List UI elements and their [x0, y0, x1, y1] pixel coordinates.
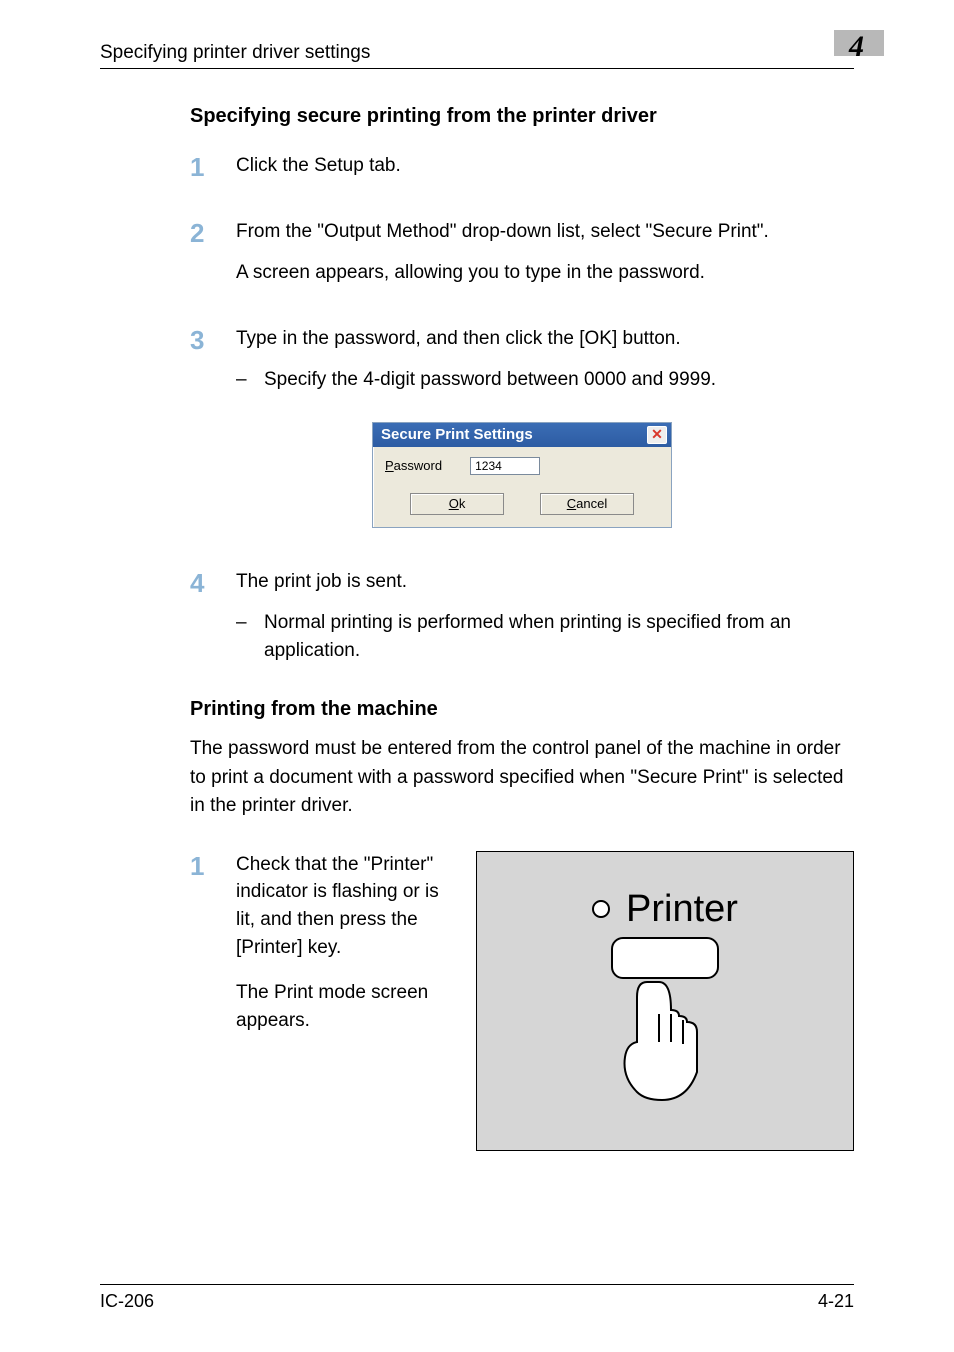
section2-heading: Printing from the machine: [190, 698, 854, 721]
dialog-title: Secure Print Settings: [381, 426, 533, 443]
step-number: 1: [190, 853, 210, 1151]
step-text: From the "Output Method" drop-down list,…: [236, 218, 854, 246]
section1-heading: Specifying secure printing from the prin…: [190, 105, 854, 128]
page-number: 4-21: [818, 1291, 854, 1312]
product-model: IC-206: [100, 1291, 154, 1312]
step-text: Type in the password, and then click the…: [236, 325, 854, 353]
printer-key-figure: Printer: [476, 851, 854, 1151]
indicator-light-icon: [592, 900, 610, 918]
step-number: 1: [190, 154, 210, 180]
printer-figure-label: Printer: [626, 888, 738, 931]
step-number: 2: [190, 220, 210, 246]
chapter-number: 4: [849, 30, 864, 64]
secure-print-dialog: Secure Print Settings ✕ Password Ok Canc…: [372, 422, 672, 528]
cancel-button[interactable]: Cancel: [540, 493, 634, 515]
hand-press-icon: [607, 972, 717, 1112]
step-subtext: Specify the 4-digit password between 000…: [264, 366, 716, 394]
password-input[interactable]: [470, 457, 540, 475]
step-text: Check that the "Printer" indicator is fl…: [236, 851, 450, 961]
step-number: 3: [190, 327, 210, 353]
step-text: The Print mode screen appears.: [236, 979, 450, 1034]
step-number: 4: [190, 570, 210, 596]
ok-button[interactable]: Ok: [410, 493, 504, 515]
section2-intro: The password must be entered from the co…: [190, 735, 854, 821]
step-text: Click the Setup tab.: [236, 152, 854, 180]
chapter-number-box: 4: [849, 30, 864, 64]
step-text: A screen appears, allowing you to type i…: [236, 259, 854, 287]
step-text: The print job is sent.: [236, 568, 854, 596]
close-icon[interactable]: ✕: [647, 426, 667, 444]
running-header: Specifying printer driver settings: [100, 42, 370, 64]
password-label: Password: [385, 458, 442, 473]
bullet-dash: –: [236, 609, 250, 664]
bullet-dash: –: [236, 366, 250, 394]
step-subtext: Normal printing is performed when printi…: [264, 609, 854, 664]
